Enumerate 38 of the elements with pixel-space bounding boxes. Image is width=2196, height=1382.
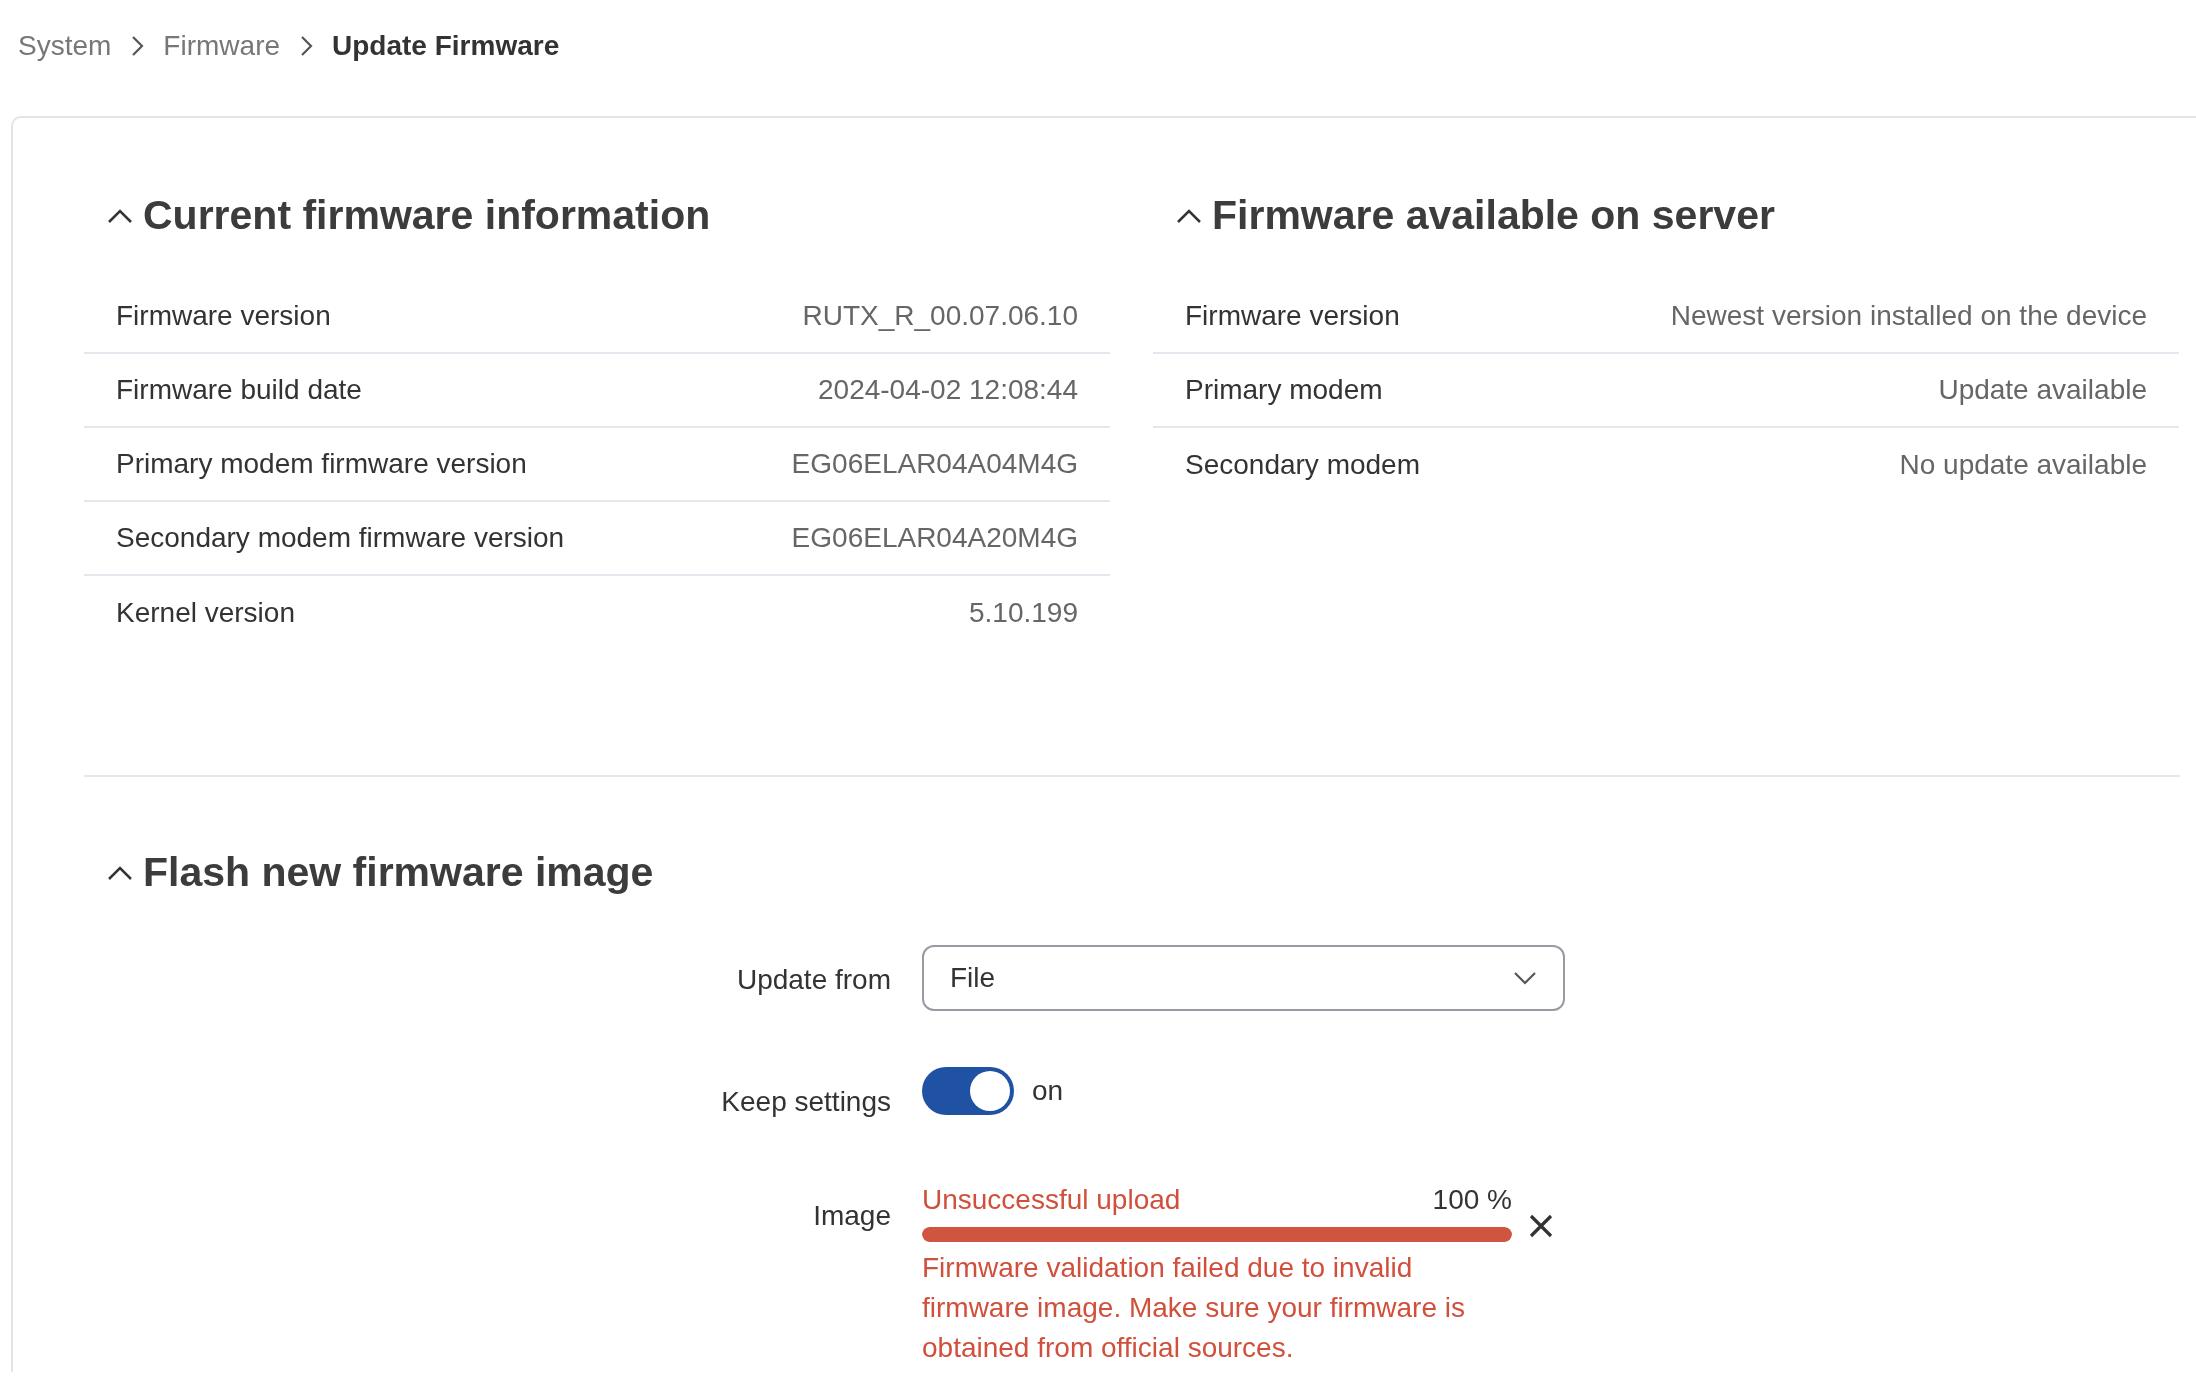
info-label: Firmware version — [1185, 299, 1400, 333]
chevron-up-icon[interactable] — [107, 208, 133, 224]
section-title: Current firmware information — [143, 191, 711, 241]
field-label: Image — [813, 1199, 891, 1233]
section-title: Firmware available on server — [1212, 191, 1775, 241]
upload-percent: 100 % — [1432, 1183, 1512, 1217]
info-value: 2024-04-02 12:08:44 — [818, 373, 1078, 407]
chevron-down-icon — [1513, 971, 1537, 985]
breadcrumb-link[interactable]: System — [18, 25, 112, 67]
chevron-up-icon[interactable] — [107, 865, 133, 881]
info-label: Primary modem — [1185, 373, 1383, 407]
upload-status: Unsuccessful upload — [922, 1183, 1181, 1217]
chevron-right-icon — [299, 35, 314, 57]
error-message: Firmware validation failed due to invalid firmware image. Make sure your firmware is obtained from official sources. — [922, 1251, 1467, 1365]
info-label: Secondary modem firmware version — [116, 521, 565, 555]
info-value: RUTX_R_00.07.06.10 — [802, 299, 1078, 333]
update-source-select[interactable]: File — [922, 945, 1565, 1011]
field-label: Keep settings — [721, 1085, 891, 1119]
toggle-state-text: on — [1032, 1074, 1064, 1108]
info-label: Secondary modem — [1185, 448, 1420, 482]
info-value: EG06ELAR04A04M4G — [791, 447, 1078, 481]
info-value: 5.10.199 — [969, 596, 1078, 630]
info-label: Kernel version — [116, 596, 295, 630]
breadcrumb-current: Update Firmware — [332, 29, 560, 63]
close-icon[interactable] — [1528, 1213, 1554, 1239]
info-value: EG06ELAR04A20M4G — [791, 521, 1078, 555]
chevron-up-icon[interactable] — [1176, 208, 1202, 224]
info-value: Update available — [1938, 373, 2147, 407]
chevron-right-icon — [130, 35, 145, 57]
info-value: No update available — [1899, 448, 2147, 482]
field-label: Update from — [736, 963, 891, 997]
section-title: Flash new firmware image — [143, 848, 654, 898]
toggle-switch[interactable] — [922, 1067, 1014, 1115]
breadcrumb-link[interactable]: Firmware — [163, 25, 281, 67]
info-value: Newest version installed on the device — [1670, 299, 2147, 333]
info-label: Firmware version — [116, 299, 331, 333]
info-label: Primary modem firmware version — [116, 447, 527, 481]
info-label: Firmware build date — [116, 373, 362, 407]
